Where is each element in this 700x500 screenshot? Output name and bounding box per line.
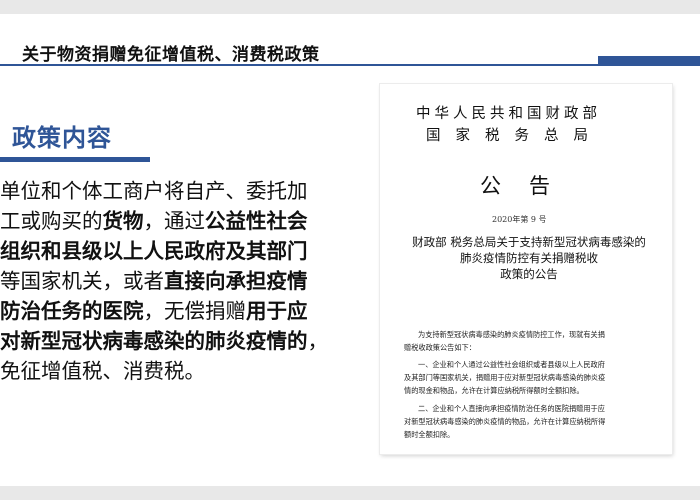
policy-text-run: 免征增值税、消费税。 (0, 359, 205, 383)
doc-para-line: 对新型冠状病毒感染的肺炎疫情的物品，允许在计算应纳税所得 (404, 417, 606, 426)
doc-number: 2020年第 9 号 (492, 215, 547, 224)
header-title: 关于物资捐赠免征增值税、消费税政策 (22, 45, 320, 65)
header-accent-tab (598, 56, 700, 66)
doc-para-line: 额时全额扣除。 (404, 430, 455, 439)
doc-subject: 财政部 税务总局关于支持新型冠状病毒感染的 肺炎疫情防控有关捐赠税收 政策的公告 (404, 234, 654, 282)
doc-para-line: 及其部门等国家机关，捐赠用于应对新型冠状病毒感染的肺炎疫 (404, 373, 606, 382)
announcement-document-image: 中华人民共和国财政部 国家税务总局 公告 2020年第 9 号 财政部 税务总局… (380, 84, 672, 454)
doc-para-line: 情的现金和物品，允许在计算应纳税所得额时全额扣除。 (404, 386, 584, 395)
policy-text-emphasis: 公益性社会 (205, 209, 308, 233)
policy-text-emphasis: 用于应 (246, 299, 308, 323)
doc-subject-line: 肺炎疫情防控有关捐赠税收 (460, 251, 598, 265)
bottom-border (0, 486, 700, 500)
policy-text-emphasis: 防治任务的医院 (0, 299, 144, 323)
doc-issuer-line2: 国家税务总局 (426, 128, 603, 144)
policy-text-line: 防治任务的医院，无偿捐赠用于应 (0, 296, 362, 326)
policy-text: 单位和个体工商户将自产、委托加 工或购买的货物，通过公益性社会 组织和县级以上人民政… (0, 176, 362, 386)
doc-para-line: 赠税收政策公告如下： (404, 343, 476, 352)
policy-text-emphasis: 货物 (102, 209, 144, 233)
policy-text-run: ，通过 (143, 209, 206, 233)
policy-text-run: 工或购买的 (0, 209, 103, 233)
policy-text-line: 工或购买的货物，通过公益性社会 (0, 206, 362, 236)
policy-text-line: 组织和县级以上人民政府及其部门 (0, 236, 362, 266)
header-divider (0, 64, 700, 66)
doc-intro-paragraph: 为支持新型冠状病毒感染的肺炎疫情防控工作，现就有关捐 赠税收政策公告如下： (404, 328, 656, 354)
doc-paragraph-1: 一、企业和个人通过公益性社会组织或者县级以上人民政府 及其部门等国家机关，捐赠用… (404, 358, 656, 397)
policy-text-run: 等国家机关，或者 (0, 269, 164, 293)
doc-type: 公告 (480, 174, 578, 198)
policy-text-line: 单位和个体工商户将自产、委托加 (0, 176, 362, 206)
doc-para-line: 为支持新型冠状病毒感染的肺炎疫情防控工作，现就有关捐 (418, 330, 605, 339)
section-underline (0, 157, 150, 162)
top-border (0, 0, 700, 14)
policy-text-run: ，无偿捐赠 (143, 299, 247, 323)
policy-text-line: 等国家机关，或者直接向承担疫情 (0, 266, 362, 296)
policy-text-run: 单位和个体工商户将自产、委托加 (0, 179, 308, 203)
policy-text-line: 对新型冠状病毒感染的肺炎疫情的， (0, 326, 362, 356)
doc-subject-line: 财政部 税务总局关于支持新型冠状病毒感染的 (412, 235, 646, 249)
doc-paragraph-2: 二、企业和个人直接向承担疫情防治任务的医院捐赠用于应 对新型冠状病毒感染的肺炎疫… (404, 402, 656, 441)
policy-text-emphasis: 组织和县级以上人民政府及其部门 (0, 239, 308, 263)
doc-para-line: 一、企业和个人通过公益性社会组织或者县级以上人民政府 (418, 360, 605, 369)
policy-text-emphasis: 直接向承担疫情 (164, 269, 308, 293)
slide: 关于物资捐赠免征增值税、消费税政策 政策内容 单位和个体工商户将自产、委托加 工或… (0, 0, 700, 500)
doc-para-line: 二、企业和个人直接向承担疫情防治任务的医院捐赠用于应 (418, 404, 605, 413)
section-title: 政策内容 (12, 124, 112, 152)
policy-text-emphasis: 对新型冠状病毒感染的肺炎疫情的 (0, 329, 308, 353)
doc-subject-line: 政策的公告 (500, 267, 558, 281)
policy-text-run: ， (307, 329, 329, 353)
doc-issuer-line1: 中华人民共和国财政部 (416, 106, 601, 122)
policy-text-line: 免征增值税、消费税。 (0, 356, 362, 386)
